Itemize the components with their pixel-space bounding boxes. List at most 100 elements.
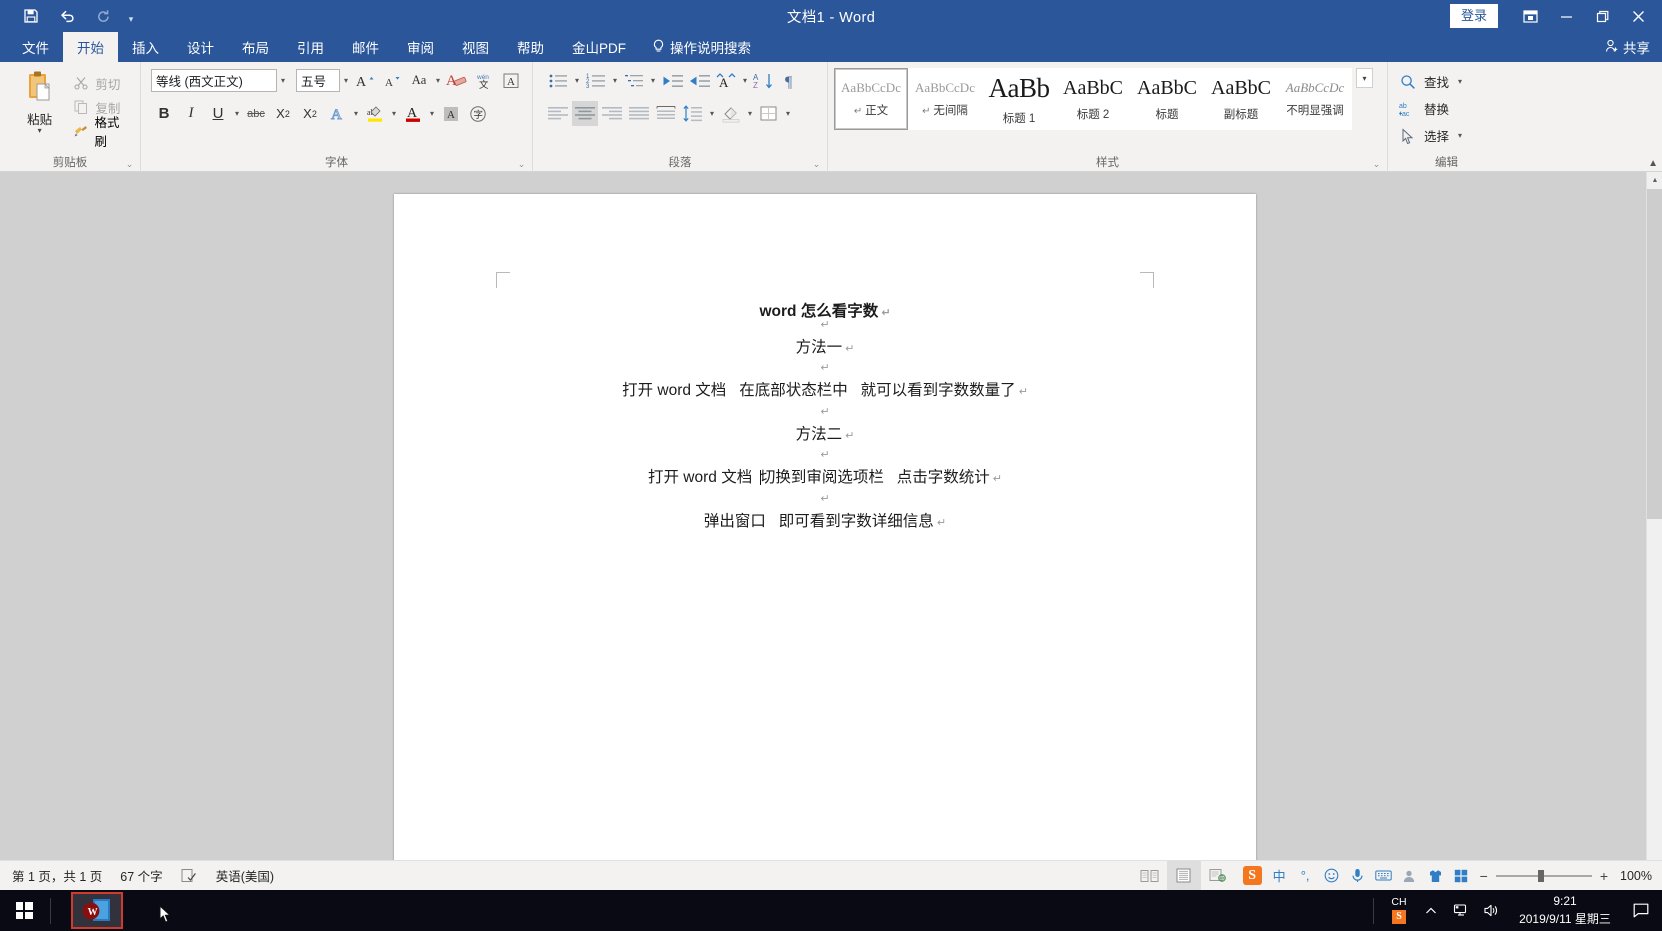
word-count[interactable]: 67 个字 [120, 866, 162, 885]
superscript-button[interactable]: X2 [297, 101, 323, 126]
line-spacing-dropdown-icon[interactable]: ▾ [707, 109, 717, 119]
replace-button[interactable]: ab ac 替换 [1398, 96, 1450, 121]
chinese-layout-dropdown-icon[interactable]: ▾ [740, 76, 750, 86]
grow-font-icon[interactable]: A [352, 68, 378, 93]
align-center-icon[interactable] [572, 101, 598, 126]
font-name-dropdown-icon[interactable]: ▾ [278, 76, 288, 86]
show-formatting-marks-icon[interactable]: ¶ [778, 68, 804, 93]
font-color-dropdown-icon[interactable]: ▾ [427, 109, 437, 119]
borders-dropdown-icon[interactable]: ▾ [783, 109, 793, 119]
bullets-icon[interactable] [545, 68, 571, 93]
font-color-icon[interactable]: A [400, 101, 426, 126]
tell-me-search[interactable]: 操作说明搜索 [640, 32, 763, 62]
zoom-control[interactable]: − + 100% [1480, 868, 1662, 884]
style-item-title[interactable]: AaBbC 标题 [1130, 68, 1204, 130]
enclose-characters-icon[interactable]: 字 [465, 101, 491, 126]
ime-user-icon[interactable] [1401, 867, 1418, 884]
tab-references[interactable]: 引用 [283, 32, 338, 62]
page-indicator[interactable]: 第 1 页，共 1 页 [12, 866, 102, 885]
minimize-button[interactable] [1548, 0, 1584, 32]
phonetic-guide-icon[interactable]: wén 文 [471, 68, 497, 93]
clipboard-dialog-launcher[interactable]: ⌄ [125, 160, 134, 169]
borders-icon[interactable] [756, 101, 782, 126]
ime-toolbar[interactable]: S 中 °, [1234, 860, 1480, 891]
multilevel-list-icon[interactable] [621, 68, 647, 93]
zoom-in-icon[interactable]: + [1600, 868, 1608, 884]
change-case-icon[interactable]: Aa [406, 68, 432, 93]
close-button[interactable] [1620, 0, 1656, 32]
tray-sogou-icon[interactable]: S [1392, 909, 1406, 924]
document-page[interactable]: word 怎么看字数 ↵ ↵ 方法一 ↵ ↵ 打开 word 文档 在底部状态栏… [394, 194, 1256, 872]
proofing-status-icon[interactable] [181, 868, 198, 883]
decrease-indent-icon[interactable] [659, 68, 685, 93]
zoom-out-icon[interactable]: − [1480, 868, 1488, 884]
style-item-heading1[interactable]: AaBb 标题 1 [982, 68, 1056, 130]
style-item-normal[interactable]: AaBbCcDc ↵ 正文 [834, 68, 908, 130]
numbering-icon[interactable]: 123 [583, 68, 609, 93]
document-canvas[interactable]: word 怎么看字数 ↵ ↵ 方法一 ↵ ↵ 打开 word 文档 在底部状态栏… [0, 172, 1662, 872]
tray-ime-indicator[interactable]: CH S [1382, 897, 1416, 924]
vertical-scrollbar[interactable]: ▲ ▼ [1646, 172, 1662, 872]
bullets-dropdown-icon[interactable]: ▾ [572, 76, 582, 86]
multilevel-dropdown-icon[interactable]: ▾ [648, 76, 658, 86]
save-icon[interactable] [14, 3, 48, 29]
start-button[interactable] [0, 890, 48, 931]
signin-button[interactable]: 登录 [1449, 3, 1498, 29]
tab-help[interactable]: 帮助 [503, 32, 558, 62]
clear-formatting-icon[interactable]: A [444, 68, 470, 93]
show-hidden-icons-icon[interactable] [1416, 890, 1446, 931]
style-item-no-spacing[interactable]: AaBbCcDc ↵ 无间隔 [908, 68, 982, 130]
highlight-color-icon[interactable]: ab [362, 101, 388, 126]
view-web-layout-icon[interactable] [1201, 861, 1235, 891]
paste-button[interactable]: 粘贴 ▾ [10, 68, 69, 135]
ime-skin-icon[interactable] [1427, 867, 1444, 884]
italic-button[interactable]: I [178, 101, 204, 126]
paste-dropdown-icon[interactable]: ▾ [38, 127, 42, 135]
bold-button[interactable]: B [151, 101, 177, 126]
style-item-heading2[interactable]: AaBbC 标题 2 [1056, 68, 1130, 130]
scrollbar-thumb[interactable] [1647, 189, 1662, 519]
volume-icon[interactable] [1476, 890, 1506, 931]
cut-button[interactable]: 剪切 [69, 72, 134, 94]
zoom-slider[interactable] [1495, 869, 1592, 882]
view-read-mode-icon[interactable] [1133, 861, 1167, 891]
underline-button[interactable]: U [205, 101, 231, 126]
tab-kingsoft-pdf[interactable]: 金山PDF [558, 32, 640, 62]
taskbar-clock[interactable]: 9:21 2019/9/11 星期三 [1506, 893, 1624, 928]
line-spacing-icon[interactable] [680, 101, 706, 126]
font-size-dropdown-icon[interactable]: ▾ [341, 76, 351, 86]
highlight-dropdown-icon[interactable]: ▾ [389, 109, 399, 119]
align-left-icon[interactable] [545, 101, 571, 126]
scroll-up-icon[interactable]: ▲ [1647, 172, 1662, 189]
font-name-input[interactable]: 等线 (西文正文) [151, 69, 277, 92]
ime-punctuation-icon[interactable]: °, [1297, 867, 1314, 884]
tab-review[interactable]: 审阅 [393, 32, 448, 62]
ime-emoji-icon[interactable] [1323, 867, 1340, 884]
document-text[interactable]: word 怎么看字数 ↵ ↵ 方法一 ↵ ↵ 打开 word 文档 在底部状态栏… [394, 304, 1256, 529]
styles-dialog-launcher[interactable]: ⌄ [1372, 160, 1381, 169]
justify-icon[interactable] [626, 101, 652, 126]
collapse-ribbon-icon[interactable]: ▲ [1648, 158, 1658, 169]
font-dialog-launcher[interactable]: ⌄ [517, 160, 526, 169]
distribute-icon[interactable] [653, 101, 679, 126]
tab-layout[interactable]: 布局 [228, 32, 283, 62]
zoom-percent[interactable]: 100% [1616, 869, 1652, 883]
paragraph-dialog-launcher[interactable]: ⌄ [812, 160, 821, 169]
align-right-icon[interactable] [599, 101, 625, 126]
shrink-font-icon[interactable]: A [379, 68, 405, 93]
text-effects-icon[interactable]: A [324, 101, 350, 126]
share-button[interactable]: 共享 [1593, 32, 1662, 62]
underline-dropdown-icon[interactable]: ▾ [232, 109, 242, 119]
find-dropdown-icon[interactable]: ▾ [1455, 77, 1465, 87]
ime-voice-input-icon[interactable] [1349, 867, 1366, 884]
text-effects-dropdown-icon[interactable]: ▾ [351, 109, 361, 119]
tab-mailings[interactable]: 邮件 [338, 32, 393, 62]
undo-icon[interactable] [50, 3, 84, 29]
find-button[interactable]: 查找 ▾ [1398, 69, 1465, 94]
network-icon[interactable] [1446, 890, 1476, 931]
tab-home[interactable]: 开始 [63, 32, 118, 62]
character-border-icon[interactable]: A [498, 68, 524, 93]
increase-indent-icon[interactable] [686, 68, 712, 93]
view-print-layout-icon[interactable] [1166, 860, 1201, 891]
chinese-layout-icon[interactable]: A [713, 68, 739, 93]
